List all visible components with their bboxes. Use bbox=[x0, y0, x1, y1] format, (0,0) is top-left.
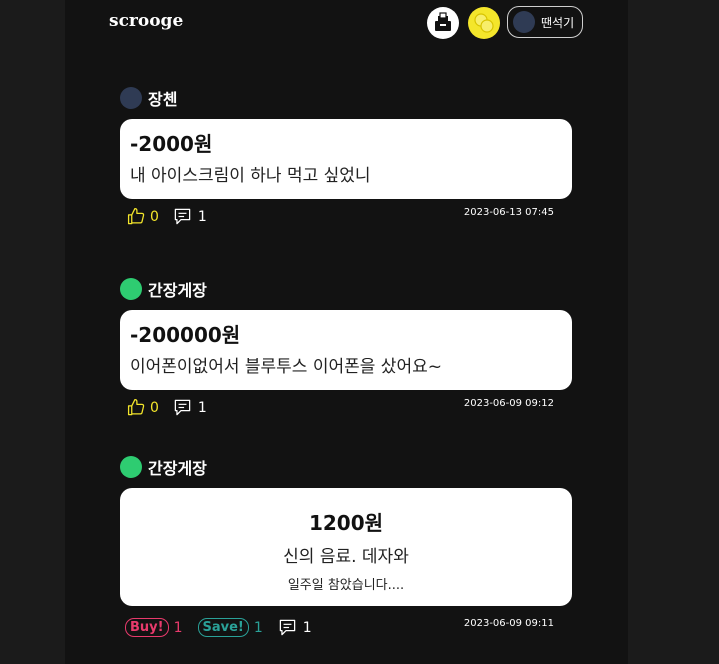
reactions: 0 1 bbox=[127, 207, 207, 226]
like-count: 0 bbox=[150, 208, 159, 225]
comment-icon[interactable] bbox=[173, 207, 192, 226]
post-body[interactable]: -200000원 이어폰이없어서 블루투스 이어폰을 샀어요~ bbox=[120, 310, 572, 390]
money-box-icon bbox=[435, 12, 451, 31]
post-meta: Buy! 1 Save! 1 1 2023-06-09 09:11 bbox=[120, 614, 572, 644]
like-count: 0 bbox=[150, 399, 159, 416]
coins-button[interactable] bbox=[468, 7, 500, 39]
post-amount: -2000원 bbox=[130, 132, 213, 156]
post-meta: 0 1 2023-06-09 09:12 bbox=[120, 394, 572, 424]
top-bar: scrooge 땐석기 bbox=[65, 0, 628, 44]
profile-button[interactable]: 땐석기 bbox=[507, 6, 583, 38]
post-date: 2023-06-13 07:45 bbox=[463, 207, 554, 218]
post-author[interactable]: 장첸 bbox=[120, 86, 572, 110]
comment-icon[interactable] bbox=[278, 618, 297, 637]
buy-button[interactable]: Buy! bbox=[125, 618, 169, 637]
post-author[interactable]: 간장게장 bbox=[120, 455, 572, 479]
post-meta: 0 1 2023-06-13 07:45 bbox=[120, 203, 572, 233]
post-body[interactable]: -2000원 내 아이스크림이 하나 먹고 싶었니 bbox=[120, 119, 572, 199]
post-author[interactable]: 간장게장 bbox=[120, 277, 572, 301]
buy-count: 1 bbox=[173, 619, 183, 636]
post-date: 2023-06-09 09:11 bbox=[463, 618, 554, 629]
thumbs-up-icon[interactable] bbox=[127, 207, 146, 226]
post-title: 내 아이스크림이 하나 먹고 싶었니 bbox=[130, 166, 371, 186]
brand-logo[interactable]: scrooge bbox=[109, 11, 183, 31]
author-name: 간장게장 bbox=[148, 281, 207, 300]
post-card: 간장게장 -200000원 이어폰이없어서 블루투스 이어폰을 샀어요~ 0 1… bbox=[120, 277, 572, 424]
comment-count: 1 bbox=[197, 208, 207, 225]
profile-avatar bbox=[513, 11, 535, 33]
post-body[interactable]: 1200원 신의 음료. 데자와 일주일 참았습니다.... bbox=[120, 488, 572, 606]
author-name: 간장게장 bbox=[148, 459, 207, 478]
author-name: 장첸 bbox=[148, 90, 178, 109]
avatar bbox=[120, 87, 142, 109]
app-container: scrooge 땐석기 장첸 -2000원 내 아이스크림이 하나 먹고 싶었니… bbox=[65, 0, 628, 664]
reactions: Buy! 1 Save! 1 1 bbox=[125, 618, 312, 637]
profile-name: 땐석기 bbox=[541, 15, 575, 30]
thumbs-up-icon[interactable] bbox=[127, 398, 146, 417]
save-button[interactable]: Save! bbox=[197, 618, 249, 637]
post-amount: -200000원 bbox=[130, 323, 241, 347]
avatar bbox=[120, 278, 142, 300]
post-subtitle: 일주일 참았습니다.... bbox=[287, 578, 405, 593]
write-post-button[interactable] bbox=[427, 7, 459, 39]
coins-icon bbox=[474, 13, 494, 33]
reactions: 0 1 bbox=[127, 398, 207, 417]
post-date: 2023-06-09 09:12 bbox=[463, 398, 554, 409]
post-card: 간장게장 1200원 신의 음료. 데자와 일주일 참았습니다.... Buy!… bbox=[120, 455, 572, 644]
comment-count: 1 bbox=[197, 399, 207, 416]
comment-icon[interactable] bbox=[173, 398, 192, 417]
save-count: 1 bbox=[253, 619, 263, 636]
comment-count: 1 bbox=[302, 619, 312, 636]
post-title: 이어폰이없어서 블루투스 이어폰을 샀어요~ bbox=[130, 357, 442, 377]
avatar bbox=[120, 456, 142, 478]
post-card: 장첸 -2000원 내 아이스크림이 하나 먹고 싶었니 0 1 2023-06… bbox=[120, 86, 572, 233]
post-title: 신의 음료. 데자와 bbox=[283, 547, 409, 567]
post-amount: 1200원 bbox=[308, 511, 384, 535]
